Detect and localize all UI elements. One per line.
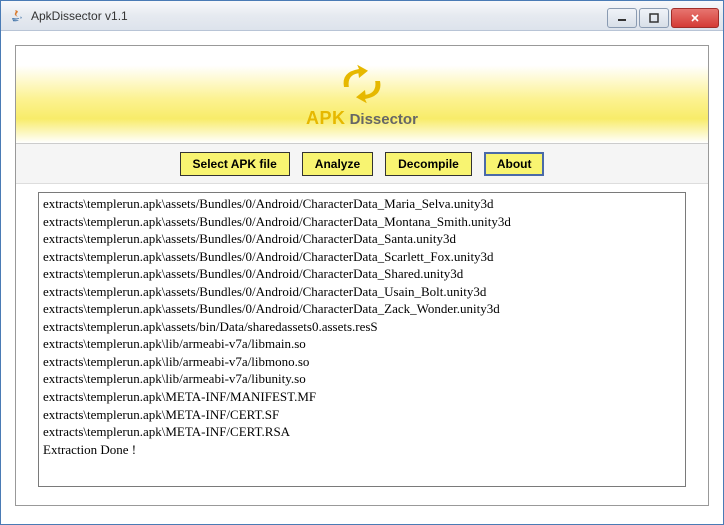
output-textarea[interactable]: extracts\templerun.apk\assets/Bundles/0/… [38, 192, 686, 487]
window-controls [607, 4, 723, 28]
output-line: extracts\templerun.apk\lib/armeabi-v7a/l… [43, 335, 681, 353]
output-line: extracts\templerun.apk\assets/Bundles/0/… [43, 265, 681, 283]
output-line: extracts\templerun.apk\assets/bin/Data/s… [43, 318, 681, 336]
output-line: extracts\templerun.apk\assets/Bundles/0/… [43, 283, 681, 301]
output-line: extracts\templerun.apk\lib/armeabi-v7a/l… [43, 370, 681, 388]
main-panel: APK Dissector Select APK file Analyze De… [15, 45, 709, 506]
header-banner: APK Dissector [16, 46, 708, 144]
logo-arrows-icon [332, 60, 392, 108]
about-button[interactable]: About [484, 152, 545, 176]
output-line: extracts\templerun.apk\META-INF/MANIFEST… [43, 388, 681, 406]
window-title: ApkDissector v1.1 [31, 9, 128, 23]
analyze-button[interactable]: Analyze [302, 152, 373, 176]
output-line: extracts\templerun.apk\lib/armeabi-v7a/l… [43, 353, 681, 371]
output-line: extracts\templerun.apk\assets/Bundles/0/… [43, 213, 681, 231]
output-line: extracts\templerun.apk\META-INF/CERT.RSA [43, 423, 681, 441]
output-wrap: extracts\templerun.apk\assets/Bundles/0/… [16, 184, 708, 505]
logo-dissector: Dissector [350, 111, 418, 128]
output-line: extracts\templerun.apk\assets/Bundles/0/… [43, 300, 681, 318]
decompile-button[interactable]: Decompile [385, 152, 472, 176]
select-apk-button[interactable]: Select APK file [180, 152, 290, 176]
window-body: APK Dissector Select APK file Analyze De… [1, 31, 723, 524]
close-button[interactable] [671, 8, 719, 28]
maximize-button[interactable] [639, 8, 669, 28]
output-line: Extraction Done ! [43, 441, 681, 459]
app-window: ApkDissector v1.1 APK Dissector [0, 0, 724, 525]
minimize-button[interactable] [607, 8, 637, 28]
logo-text: APK Dissector [306, 108, 418, 129]
logo-apk: APK [306, 108, 346, 129]
output-line: extracts\templerun.apk\assets/Bundles/0/… [43, 230, 681, 248]
output-line: extracts\templerun.apk\assets/Bundles/0/… [43, 248, 681, 266]
titlebar[interactable]: ApkDissector v1.1 [1, 1, 723, 31]
java-icon [9, 8, 25, 24]
output-line: extracts\templerun.apk\assets/Bundles/0/… [43, 195, 681, 213]
output-line: extracts\templerun.apk\META-INF/CERT.SF [43, 406, 681, 424]
toolbar: Select APK file Analyze Decompile About [16, 144, 708, 184]
